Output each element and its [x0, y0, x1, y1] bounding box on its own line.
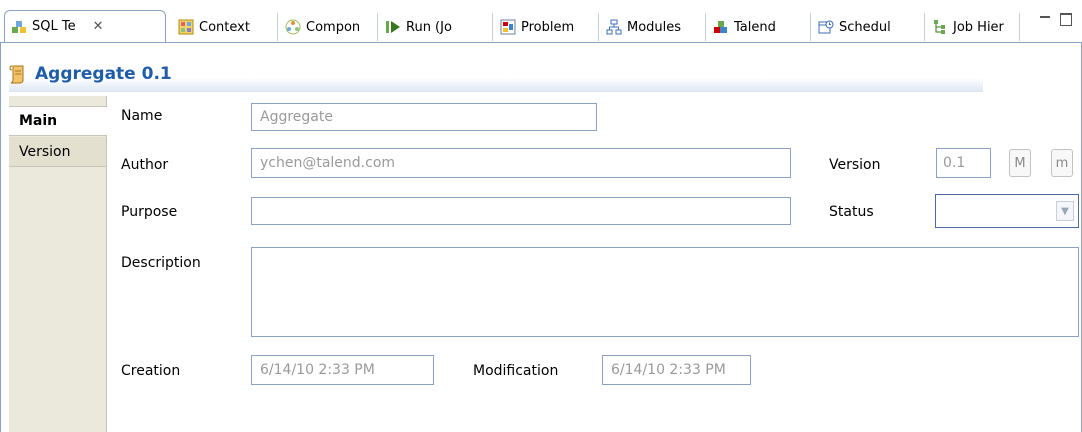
- tab-scheduler[interactable]: Schedul: [812, 13, 925, 41]
- editor-header: Aggregate 0.1: [9, 56, 983, 92]
- purpose-field[interactable]: [251, 197, 791, 225]
- side-tab-version[interactable]: Version: [9, 137, 106, 167]
- minimize-icon[interactable]: [1040, 16, 1050, 22]
- status-select[interactable]: ▼: [935, 194, 1079, 228]
- close-icon[interactable]: ✕: [93, 19, 104, 34]
- tab-problems[interactable]: Problem: [494, 13, 599, 41]
- side-tab-main[interactable]: Main: [9, 106, 107, 136]
- author-label: Author: [121, 157, 169, 173]
- tab-label: Talend: [734, 19, 776, 35]
- version-field[interactable]: [936, 148, 991, 178]
- editor-panel: Aggregate 0.1 Main Version Name Author V…: [0, 42, 1082, 432]
- window-controls: [1040, 13, 1072, 26]
- tab-label: Schedul: [839, 19, 891, 35]
- tab-label: SQL Te: [32, 19, 76, 34]
- tab-run-job[interactable]: Run (Jo: [379, 13, 493, 41]
- tab-label: Compon: [306, 19, 361, 35]
- tab-modules[interactable]: Modules: [600, 13, 706, 41]
- side-tab-label: Main: [19, 113, 58, 129]
- tab-talend[interactable]: Talend: [707, 13, 811, 41]
- name-label: Name: [121, 108, 163, 124]
- minor-version-button[interactable]: m: [1051, 149, 1073, 177]
- major-version-button[interactable]: M: [1009, 149, 1031, 177]
- view-tab-strip: SQL Te ✕ Context Compon Run (Jo Problem …: [0, 0, 1082, 43]
- name-field[interactable]: [251, 103, 597, 131]
- status-label: Status: [829, 204, 874, 220]
- components-icon: [285, 19, 301, 35]
- tab-sql-templates[interactable]: SQL Te ✕: [4, 10, 166, 42]
- sql-template-doc-icon: [9, 64, 27, 84]
- run-icon: [385, 19, 401, 35]
- purpose-label: Purpose: [121, 204, 178, 220]
- tab-label: Run (Jo: [406, 19, 452, 35]
- tab-label: Context: [199, 19, 250, 35]
- modification-date-field[interactable]: [602, 355, 751, 385]
- context-icon: [178, 19, 194, 35]
- version-label: Version: [829, 157, 881, 173]
- chevron-down-icon[interactable]: ▼: [1056, 201, 1074, 221]
- description-field[interactable]: [251, 247, 1079, 337]
- tab-job-hierarchy[interactable]: Job Hier: [926, 13, 1020, 41]
- tab-label: Job Hier: [953, 19, 1004, 35]
- page-title: Aggregate 0.1: [35, 64, 172, 84]
- tab-label: Modules: [627, 19, 682, 35]
- scheduler-icon: [818, 19, 834, 35]
- author-field[interactable]: [251, 148, 791, 178]
- job-hierarchy-icon: [932, 19, 948, 35]
- maximize-icon[interactable]: [1060, 13, 1072, 26]
- creation-label: Creation: [121, 363, 181, 379]
- tab-label: Problem: [521, 19, 575, 35]
- creation-date-field[interactable]: [251, 355, 434, 385]
- tab-components[interactable]: Compon: [279, 13, 378, 41]
- modification-label: Modification: [473, 363, 559, 379]
- talend-icon: [713, 19, 729, 35]
- side-tabs: Main Version: [9, 96, 107, 432]
- problems-icon: [500, 19, 516, 35]
- sql-templates-icon: [11, 19, 27, 35]
- modules-icon: [606, 19, 622, 35]
- side-tab-label: Version: [19, 143, 71, 160]
- tab-context[interactable]: Context: [172, 13, 278, 41]
- description-label: Description: [121, 255, 201, 271]
